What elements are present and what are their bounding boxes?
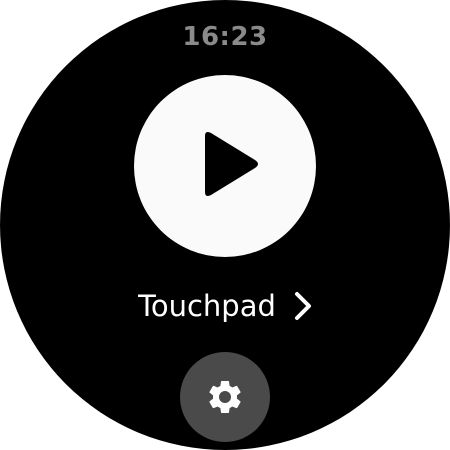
touchpad-link[interactable]: Touchpad — [0, 284, 450, 328]
watch-face: 16:23 Touchpad — [0, 0, 450, 450]
settings-button[interactable] — [180, 352, 270, 442]
play-button[interactable] — [134, 75, 316, 257]
gear-icon — [209, 380, 241, 413]
play-icon — [205, 132, 258, 196]
touchpad-label: Touchpad — [138, 289, 276, 323]
status-time: 16:23 — [182, 22, 268, 52]
screen: 16:23 Touchpad — [0, 0, 450, 450]
chevron-right-icon — [294, 284, 312, 328]
